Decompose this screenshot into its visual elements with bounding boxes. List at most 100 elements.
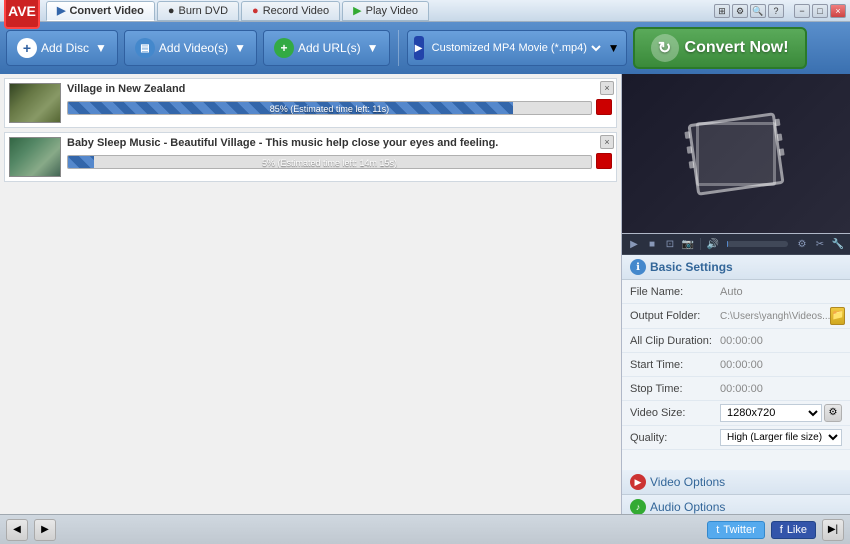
stop-button[interactable]: [596, 99, 612, 115]
stop-preview-button[interactable]: ■: [644, 236, 660, 252]
add-url-icon: +: [274, 38, 294, 58]
effects-button[interactable]: 🔧: [830, 236, 846, 252]
video-size-settings-button[interactable]: ⚙: [824, 404, 842, 422]
settings-spacer: [622, 450, 850, 470]
search-icon[interactable]: 🔍: [750, 4, 766, 18]
main-area: Village in New Zealand 85% (Estimated ti…: [0, 74, 850, 514]
help-icon[interactable]: ?: [768, 4, 784, 18]
nav-forward-button[interactable]: ▶: [34, 519, 56, 541]
progress-text: 85% (Estimated time left: 11s): [68, 102, 591, 115]
close-button[interactable]: ×: [830, 4, 846, 18]
add-videos-button[interactable]: ▤ Add Video(s) ▼: [124, 30, 257, 66]
right-panel: ▶ ■ ⊡ 📷 🔊 ⚙ ✂ 🔧 ℹ Basic Settings File Na…: [622, 74, 850, 514]
list-item: Baby Sleep Music - Beautiful Village - T…: [4, 132, 617, 182]
toolbar-divider: [398, 30, 399, 66]
start-time-label: Start Time:: [630, 359, 720, 371]
tab-burn[interactable]: ● Burn DVD: [157, 1, 239, 21]
progress-bar: 85% (Estimated time left: 11s): [67, 101, 592, 115]
video-size-label: Video Size:: [630, 407, 720, 419]
format-select[interactable]: Customized MP4 Movie (*.mp4): [428, 41, 604, 55]
facebook-icon: f: [780, 524, 783, 536]
basic-settings-title: Basic Settings: [650, 260, 733, 274]
audio-options-icon: ♪: [630, 499, 646, 514]
main-toolbar: + Add Disc ▼ ▤ Add Video(s) ▼ + Add URL(…: [0, 22, 850, 74]
tab-bar: AVE ▶ Convert Video ● Burn DVD ● Record …: [4, 0, 714, 29]
minimize-button[interactable]: −: [794, 4, 810, 18]
format-icon: ▶: [414, 36, 424, 60]
status-bar: ◀ ▶ t Twitter f Like ▶|: [0, 514, 850, 544]
preview-area: [622, 74, 850, 234]
video-options-icon: ▶: [630, 474, 646, 490]
video-info: Village in New Zealand 85% (Estimated ti…: [67, 83, 612, 116]
play-preview-button[interactable]: ▶: [626, 236, 642, 252]
burn-tab-label: Burn DVD: [179, 5, 229, 17]
tab-record[interactable]: ● Record Video: [241, 1, 340, 21]
nav-back-button[interactable]: ◀: [6, 519, 28, 541]
remove-video-button[interactable]: ×: [600, 81, 614, 95]
tab-play[interactable]: ▶ Play Video: [342, 1, 429, 21]
format-dropdown-icon[interactable]: ▼: [608, 41, 620, 55]
video-size-row: Video Size: 1280x720 ⚙: [622, 401, 850, 426]
video-size-select-container: 1280x720 ⚙: [720, 404, 842, 422]
progress-bar: 5% (Estimated time left: 14m 15s): [67, 155, 592, 169]
all-clip-duration-value: 00:00:00: [720, 335, 842, 347]
facebook-button[interactable]: f Like: [771, 521, 816, 539]
grid-icon[interactable]: ⊞: [714, 4, 730, 18]
audio-options-label: Audio Options: [650, 500, 725, 514]
quality-select[interactable]: High (Larger file size): [720, 429, 842, 446]
play-tab-icon: ▶: [353, 4, 361, 17]
add-videos-label: Add Video(s): [159, 41, 228, 55]
add-videos-dropdown-icon[interactable]: ▼: [234, 41, 246, 55]
stop-time-value: 00:00:00: [720, 383, 842, 395]
browse-folder-button[interactable]: 📁: [830, 307, 844, 325]
convert-now-button[interactable]: ↻ Convert Now!: [633, 27, 807, 69]
video-options-section[interactable]: ▶ Video Options: [622, 470, 850, 495]
title-bar: AVE ▶ Convert Video ● Burn DVD ● Record …: [0, 0, 850, 22]
twitter-label: Twitter: [723, 524, 755, 536]
basic-settings-icon: ℹ: [630, 259, 646, 275]
convert-tab-icon: ▶: [57, 4, 65, 17]
crop-button[interactable]: ✂: [812, 236, 828, 252]
preview-progress-fill: [727, 241, 728, 247]
play-tab-label: Play Video: [366, 5, 418, 17]
add-disc-icon: +: [17, 38, 37, 58]
video-title: Baby Sleep Music - Beautiful Village - T…: [67, 137, 612, 149]
fullscreen-button[interactable]: ⊡: [662, 236, 678, 252]
twitter-button[interactable]: t Twitter: [707, 521, 764, 539]
video-info: Baby Sleep Music - Beautiful Village - T…: [67, 137, 612, 170]
add-disc-dropdown-icon[interactable]: ▼: [95, 41, 107, 55]
list-item: Village in New Zealand 85% (Estimated ti…: [4, 78, 617, 128]
format-selector[interactable]: ▶ Customized MP4 Movie (*.mp4) ▼: [407, 30, 627, 66]
record-tab-label: Record Video: [263, 5, 329, 17]
page-nav-button[interactable]: ▶|: [822, 519, 844, 541]
stop-button[interactable]: [596, 153, 612, 169]
quality-label: Quality:: [630, 432, 720, 444]
stop-time-row: Stop Time: 00:00:00: [622, 377, 850, 401]
file-name-value: Auto: [720, 286, 842, 298]
video-size-select[interactable]: 1280x720: [720, 404, 822, 422]
window-controls: ⊞ ⚙ 🔍 ? − □ ×: [714, 4, 846, 18]
add-url-button[interactable]: + Add URL(s) ▼: [263, 30, 390, 66]
audio-options-section[interactable]: ♪ Audio Options: [622, 495, 850, 514]
remove-video-button[interactable]: ×: [600, 135, 614, 149]
maximize-button[interactable]: □: [812, 4, 828, 18]
video-options-label: Video Options: [650, 475, 725, 489]
video-thumbnail: [9, 83, 61, 123]
all-clip-duration-label: All Clip Duration:: [630, 335, 720, 347]
settings-preview-button[interactable]: ⚙: [794, 236, 810, 252]
settings-panel: ℹ Basic Settings File Name: Auto Output …: [622, 255, 850, 514]
burn-tab-icon: ●: [168, 5, 175, 17]
add-url-dropdown-icon[interactable]: ▼: [367, 41, 379, 55]
gear-icon[interactable]: ⚙: [732, 4, 748, 18]
add-url-label: Add URL(s): [298, 41, 361, 55]
video-title: Village in New Zealand: [67, 83, 612, 95]
stop-time-label: Stop Time:: [630, 383, 720, 395]
start-time-row: Start Time: 00:00:00: [622, 353, 850, 377]
preview-controls: ▶ ■ ⊡ 📷 🔊 ⚙ ✂ 🔧: [622, 234, 850, 255]
twitter-icon: t: [716, 524, 719, 536]
tab-convert[interactable]: ▶ Convert Video: [46, 1, 155, 21]
preview-progress-bar[interactable]: [727, 241, 788, 247]
volume-icon[interactable]: 🔊: [705, 236, 721, 252]
add-disc-button[interactable]: + Add Disc ▼: [6, 30, 118, 66]
screenshot-button[interactable]: 📷: [680, 236, 696, 252]
